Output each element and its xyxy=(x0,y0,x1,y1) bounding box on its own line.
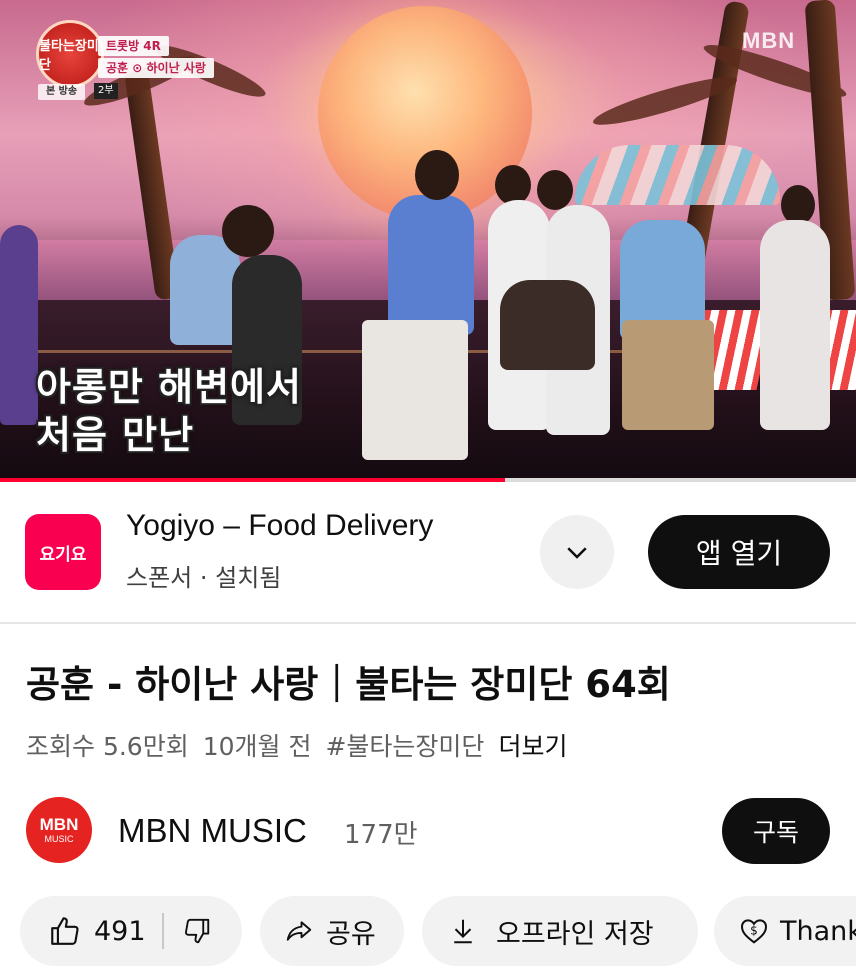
ad-expand-button[interactable] xyxy=(540,515,614,589)
thumbs-down-icon xyxy=(184,918,209,944)
upload-age: 10개월 전 xyxy=(202,732,312,761)
video-scene-performer xyxy=(622,320,714,430)
share-label: 공유 xyxy=(326,918,376,950)
round-tag: 트롯방 4R xyxy=(98,36,169,56)
video-scene-singer-pants xyxy=(362,320,468,460)
video-caption-line-2: 처음 만난 xyxy=(36,413,195,457)
ad-app-logo-text: 요기요 xyxy=(39,544,87,565)
video-scene-performer-head xyxy=(222,205,274,257)
channel-avatar-line-2: MUSIC xyxy=(44,833,74,844)
download-label: 오프라인 저장 xyxy=(496,918,654,950)
like-count: 491 xyxy=(94,915,146,947)
video-scene-performer-head xyxy=(495,165,531,205)
thanks-button[interactable]: $ Thank xyxy=(714,896,856,966)
matchup-tag: 공훈 ⊙ 하이난 사랑 xyxy=(98,58,214,78)
thumbs-up-icon xyxy=(51,917,79,945)
video-scene-performer-head xyxy=(537,170,573,210)
video-scene-singer xyxy=(388,195,474,335)
show-logo: 불타는장미단 xyxy=(36,20,104,88)
share-icon xyxy=(286,921,312,941)
share-button[interactable]: 공유 xyxy=(260,896,404,966)
video-scene-umbrella xyxy=(575,145,780,205)
download-icon xyxy=(454,919,472,944)
ad-title[interactable]: Yogiyo – Food Delivery xyxy=(126,509,433,543)
video-caption-line-1: 아롱만 해변에서 xyxy=(36,365,302,409)
show-logo-text: 불타는장미단 xyxy=(39,39,99,73)
channel-name[interactable]: MBN MUSIC xyxy=(118,812,307,850)
more-link[interactable]: 더보기 xyxy=(498,732,567,761)
episode-part-tag: 2부 xyxy=(94,83,118,99)
broadcaster-logo: MBN xyxy=(742,28,796,53)
video-scene-performer xyxy=(0,225,38,425)
view-count: 조회수 5.6만회 xyxy=(26,732,189,761)
like-button[interactable]: 491 xyxy=(20,914,162,948)
ad-subtitle: 스폰서 · 설치됨 xyxy=(126,564,282,592)
channel-avatar[interactable]: MBN MUSIC xyxy=(26,797,92,863)
like-dislike-chip: 491 xyxy=(20,896,242,966)
video-scene-performer-head xyxy=(781,185,815,225)
broadcast-tag: 본 방송 xyxy=(38,84,86,100)
heart-dollar-icon: $ xyxy=(740,919,768,944)
video-progress-fill xyxy=(0,478,506,482)
video-player[interactable]: 불타는장미단 트롯방 4R 공훈 ⊙ 하이난 사랑 본 방송 2부 MBN 아롱… xyxy=(0,0,856,480)
download-button[interactable]: 오프라인 저장 xyxy=(422,896,698,966)
svg-text:$: $ xyxy=(750,923,758,937)
thanks-label: Thank xyxy=(780,915,856,947)
video-scene-singer-head xyxy=(415,150,459,200)
video-scene-performer xyxy=(760,220,830,430)
channel-avatar-line-1: MBN xyxy=(39,814,79,834)
video-scene-performer xyxy=(500,280,595,370)
ad-app-logo[interactable]: 요기요 xyxy=(25,514,101,590)
hashtag-link[interactable]: #불타는장미단 xyxy=(325,732,484,761)
video-progress-bar[interactable] xyxy=(0,478,856,482)
ad-open-app-button[interactable]: 앱 열기 xyxy=(648,515,830,589)
video-title[interactable]: 공훈 - 하이난 사랑｜불타는 장미단 64회 xyxy=(26,654,671,708)
subscriber-count: 177만 xyxy=(344,820,418,850)
chevron-down-icon xyxy=(567,547,587,559)
subscribe-button[interactable]: 구독 xyxy=(722,798,830,864)
dislike-button[interactable] xyxy=(164,916,238,946)
section-divider xyxy=(0,622,856,624)
video-meta[interactable]: 조회수 5.6만회 10개월 전 #불타는장미단 더보기 xyxy=(26,727,581,763)
video-scene-performer xyxy=(170,235,240,345)
